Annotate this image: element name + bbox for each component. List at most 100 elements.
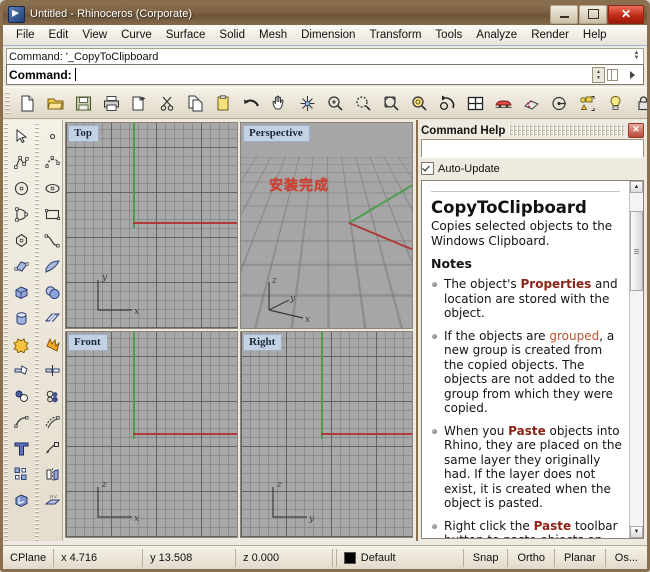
minimize-button[interactable] [550, 4, 578, 24]
menu-item-surface[interactable]: Surface [159, 27, 213, 43]
menu-item-tools[interactable]: Tools [428, 27, 469, 43]
mirror-button[interactable] [40, 461, 66, 487]
ellipse-button[interactable] [40, 175, 66, 201]
scroll-down-icon[interactable]: ▼ [630, 526, 643, 538]
viewport-label-right[interactable]: Right [243, 334, 283, 351]
panel-drag-handle[interactable] [509, 125, 624, 136]
note-keyword[interactable]: Paste [508, 424, 546, 438]
print-button[interactable] [98, 90, 125, 117]
note-keyword[interactable]: Paste [534, 519, 572, 533]
point-button[interactable] [40, 123, 66, 149]
menu-item-solid[interactable]: Solid [212, 27, 252, 43]
viewport-perspective[interactable]: Perspective 安装完成 z y x [240, 122, 413, 329]
copy-to-clipboard-button[interactable] [126, 90, 153, 117]
fillet-button[interactable] [9, 383, 35, 409]
command-grid-icon[interactable] [607, 68, 618, 81]
close-button[interactable]: ✕ [608, 4, 644, 24]
surface-sweep-button[interactable] [40, 253, 66, 279]
rotate-view-button[interactable] [294, 90, 321, 117]
circle-button[interactable] [9, 175, 35, 201]
polygon-button[interactable] [9, 227, 35, 253]
light-bulb-button[interactable] [602, 90, 629, 117]
command-spinner-icon[interactable]: ▲ ▼ [592, 66, 605, 83]
split-button[interactable] [40, 357, 66, 383]
planar-toggle[interactable]: Planar [555, 548, 606, 567]
sphere-button[interactable] [40, 279, 66, 305]
render-car-button[interactable] [490, 90, 517, 117]
open-file-button[interactable] [42, 90, 69, 117]
text-button[interactable] [9, 435, 35, 461]
zoom-window-button[interactable] [350, 90, 377, 117]
osnap-toggle[interactable]: Os... [606, 549, 647, 567]
viewport-front[interactable]: Front z x [65, 331, 238, 538]
menu-item-mesh[interactable]: Mesh [252, 27, 294, 43]
toolbar-drag-handle[interactable] [5, 92, 10, 114]
boolean-union-button[interactable] [9, 331, 35, 357]
undo-button[interactable] [238, 90, 265, 117]
trim-button[interactable] [9, 357, 35, 383]
menu-item-file[interactable]: File [9, 27, 42, 43]
zoom-extents-button[interactable] [406, 90, 433, 117]
viewport-label-top[interactable]: Top [68, 125, 99, 142]
note-keyword[interactable]: Properties [520, 277, 591, 291]
menu-item-dimension[interactable]: Dimension [294, 27, 362, 43]
scrollbar-track[interactable] [630, 193, 643, 526]
menu-item-render[interactable]: Render [524, 27, 576, 43]
command-line[interactable]: Command: ▲ ▼ [6, 64, 644, 85]
menu-item-transform[interactable]: Transform [362, 27, 428, 43]
auto-update-checkbox[interactable] [421, 162, 434, 175]
snap-toggle[interactable]: Snap [464, 548, 509, 567]
plane-surface-button[interactable] [40, 305, 66, 331]
array-button[interactable] [9, 461, 35, 487]
ortho-toggle[interactable]: Ortho [508, 548, 555, 567]
viewport-label-perspective[interactable]: Perspective [243, 125, 310, 142]
pan-hand-button[interactable] [266, 90, 293, 117]
menu-item-analyze[interactable]: Analyze [469, 27, 524, 43]
properties-button[interactable] [574, 90, 601, 117]
solid-tools-button[interactable] [9, 487, 35, 513]
auto-update-row[interactable]: Auto-Update [421, 160, 644, 177]
zoom-selected-button[interactable] [378, 90, 405, 117]
command-expand-icon[interactable] [630, 70, 635, 79]
undo-view-button[interactable] [434, 90, 461, 117]
surface-from-points-button[interactable] [9, 253, 35, 279]
curve-interpolate-button[interactable] [40, 227, 66, 253]
cplane-indicator[interactable]: CPlane [3, 548, 55, 567]
box-button[interactable] [9, 279, 35, 305]
close-icon[interactable]: ✕ [628, 123, 644, 138]
control-point-curve-button[interactable] [40, 149, 66, 175]
viewport-label-front[interactable]: Front [68, 334, 108, 351]
cylinder-button[interactable] [9, 305, 35, 331]
note-link[interactable]: grouped [549, 329, 599, 343]
four-viewport-button[interactable] [462, 90, 489, 117]
help-search-field[interactable] [421, 139, 644, 158]
polyline-button[interactable] [9, 149, 35, 175]
layer-indicator[interactable]: Default [337, 548, 464, 567]
offset-curve-button[interactable] [40, 409, 66, 435]
render-mesh-button[interactable] [40, 487, 66, 513]
curve-tools-button[interactable] [9, 409, 35, 435]
sidebar-drag-handle[interactable] [4, 123, 8, 541]
menu-item-help[interactable]: Help [576, 27, 614, 43]
viewport-top[interactable]: Top y x [65, 122, 238, 329]
scroll-up-icon[interactable]: ▲ [630, 181, 643, 193]
paste-button[interactable] [210, 90, 237, 117]
command-input[interactable] [78, 66, 592, 83]
select-arrow-button[interactable] [9, 123, 35, 149]
shade-button[interactable] [546, 90, 573, 117]
help-scrollbar[interactable]: ▲ ▼ [629, 181, 643, 538]
maximize-button[interactable] [579, 4, 607, 24]
scrollbar-thumb[interactable] [630, 211, 643, 291]
arc-button[interactable] [9, 201, 35, 227]
dimension-button[interactable] [40, 435, 66, 461]
save-file-button[interactable] [70, 90, 97, 117]
viewport-right[interactable]: Right z y [240, 331, 413, 538]
cut-button[interactable] [154, 90, 181, 117]
zoom-in-button[interactable] [322, 90, 349, 117]
menu-item-view[interactable]: View [75, 27, 114, 43]
rectangle-button[interactable] [40, 201, 66, 227]
boolean-difference-button[interactable] [40, 383, 66, 409]
command-history-scroll-icon[interactable]: ▲ ▼ [631, 49, 642, 62]
menu-item-edit[interactable]: Edit [42, 27, 76, 43]
render-preview-button[interactable] [518, 90, 545, 117]
